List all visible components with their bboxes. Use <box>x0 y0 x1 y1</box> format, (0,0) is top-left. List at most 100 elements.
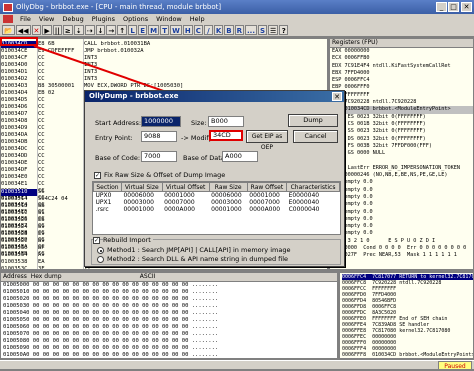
entry-point-field[interactable]: 9088 <box>141 131 177 142</box>
disasm-address[interactable]: 01003528 <box>1 231 37 238</box>
disasm-hex[interactable]: CC <box>38 104 83 111</box>
disasm-hex[interactable]: 504C24 04 <box>38 196 83 203</box>
stack-pane[interactable]: 0006FFC4 7C817077 RETURN to kernel32.7C8… <box>339 272 474 359</box>
register-line[interactable]: A 0 SS 0023 32bit 0(FFFFFFFF) <box>332 128 473 135</box>
registers-pane[interactable]: Registers (FPU) EAX 00000000 ECX 0006FFB0… <box>329 38 474 270</box>
menu-options[interactable]: Options <box>119 15 152 23</box>
register-line[interactable]: ESP 0006FFC4 <box>332 77 473 84</box>
method1-radio[interactable] <box>97 247 104 254</box>
rewind-icon[interactable]: ◀◀ <box>15 25 31 35</box>
dump-line[interactable]: 01005060 00 00 00 00 00 00 00 00 00 00 0… <box>3 324 337 331</box>
register-line[interactable]: EBX 7FFD4000 <box>332 70 473 77</box>
cpu-button[interactable]: C <box>193 25 203 35</box>
register-line[interactable]: O 0 LastErr ERROR_NO_IMPERSONATION_TOKEN <box>332 165 473 172</box>
disasm-hex[interactable]: CC <box>38 174 83 181</box>
breakpoints-button[interactable]: B <box>224 25 234 35</box>
disasm-address[interactable]: 010034D0 <box>1 62 37 69</box>
register-line[interactable]: T 0 GS 0000 NULL <box>332 150 473 157</box>
disasm-address[interactable]: 0100351C <box>1 210 37 217</box>
disasm-hex[interactable]: CC <box>38 139 83 146</box>
dump-line[interactable]: 01005050 00 00 00 00 00 00 00 00 00 00 0… <box>3 317 337 324</box>
trace-over-icon[interactable]: ↓ <box>95 25 106 35</box>
disasm-hex[interactable]: CC <box>38 146 83 153</box>
menu-file[interactable]: File <box>16 15 35 23</box>
disasm-hex[interactable]: B8 30500001 <box>38 83 83 90</box>
disasm-instruction[interactable]: MOV ECX,DWORD PTR DS:[1005030] <box>84 83 327 90</box>
disasm-hex[interactable]: 89 <box>38 224 83 231</box>
register-line[interactable]: EDX 7C91E4F4 ntdll.KiFastSystemCallRet <box>332 63 473 70</box>
disasm-address[interactable]: 010034D3 <box>1 83 37 90</box>
system-menu-icon[interactable] <box>3 15 13 23</box>
disasm-address[interactable]: 010034D1 <box>1 69 37 76</box>
register-line[interactable]: ST1 empty 0.0 <box>332 187 473 194</box>
modules-button[interactable]: E <box>138 25 148 35</box>
disasm-hex[interactable]: EA <box>38 259 83 266</box>
method2-radio[interactable] <box>97 256 104 263</box>
dialog-close-button[interactable]: ✕ <box>332 92 342 101</box>
disasm-instruction[interactable]: INT3 <box>84 55 327 62</box>
col-section[interactable]: Section <box>93 182 122 192</box>
cancel-button[interactable]: Cancel <box>293 130 338 143</box>
disasm-hex[interactable]: 81 <box>38 210 83 217</box>
disasm-hex[interactable]: CC <box>38 125 83 132</box>
disasm-hex[interactable]: 56 <box>38 189 83 196</box>
disasm-address[interactable]: 01003538 <box>1 259 37 266</box>
disasm-hex[interactable]: CC <box>38 62 83 69</box>
disasm-address[interactable]: 01003510 <box>1 189 37 196</box>
dump-button[interactable]: Dump <box>288 114 338 127</box>
menu-view[interactable]: View <box>35 15 58 23</box>
size-field[interactable]: B000 <box>208 116 244 127</box>
menu-window[interactable]: Window <box>152 15 186 23</box>
close-button[interactable]: ✕ <box>461 2 472 12</box>
register-line[interactable]: FST 0000 Cond 0 0 0 0 Err 0 0 0 0 0 0 0 … <box>332 245 473 252</box>
disasm-hex[interactable]: CC <box>38 132 83 139</box>
references-button[interactable]: R <box>234 25 245 35</box>
disasm-hex[interactable]: A9 <box>38 252 83 259</box>
col-raw-offset[interactable]: Raw Offset <box>246 182 288 192</box>
register-line[interactable]: D 0 <box>332 157 473 164</box>
start-address-field[interactable]: 1000000 <box>141 116 181 127</box>
disasm-hex[interactable]: CC <box>38 167 83 174</box>
dump-line[interactable]: 010050A0 00 00 00 00 00 00 00 00 00 00 0… <box>3 352 337 358</box>
register-line[interactable]: ST7 empty 0.0 <box>332 230 473 237</box>
handles-button[interactable]: H <box>182 25 193 35</box>
patches-button[interactable]: / <box>203 25 213 35</box>
disasm-address[interactable]: 01003524 <box>1 224 37 231</box>
help-icon[interactable]: ? <box>279 25 289 35</box>
disasm-hex[interactable]: CC <box>38 55 83 62</box>
dump-line[interactable]: 01005010 00 00 00 00 00 00 00 00 00 00 0… <box>3 289 337 296</box>
disasm-address[interactable]: 01003518 <box>1 203 37 210</box>
modify-field[interactable]: 34CD <box>209 130 243 141</box>
dump-line[interactable]: 01005080 00 00 00 00 00 00 00 00 00 00 0… <box>3 338 337 345</box>
disasm-hex[interactable]: EB 02 <box>38 90 83 97</box>
open-icon[interactable]: 📂 <box>2 25 15 35</box>
list-icon[interactable]: ☰ <box>268 25 279 35</box>
disasm-instruction[interactable]: INT3 <box>84 69 327 76</box>
register-line[interactable]: EIP 010034CD brbbot.<ModuleEntryPoint> <box>332 106 473 114</box>
register-line[interactable]: C 0 ES 0023 32bit 0(FFFFFFFF) <box>332 114 473 121</box>
run-trace-button[interactable]: ... <box>245 25 257 35</box>
step-over-icon[interactable]: ⇣ <box>73 25 84 35</box>
disasm-address[interactable]: 01003514 <box>1 196 37 203</box>
register-line[interactable]: ST4 empty 0.0 <box>332 209 473 216</box>
stack-line[interactable]: 0006FFF8 010034CD brbbot.<ModuleEntryPoi… <box>342 352 473 358</box>
disasm-hex[interactable]: E8 6B <box>38 41 83 48</box>
disasm-hex[interactable]: E9 <box>38 231 83 238</box>
disasm-address[interactable]: 010034D6 <box>1 104 37 111</box>
disasm-hex[interactable]: 3F <box>38 266 83 269</box>
table-row[interactable]: UPX1 00003000 00007000 00003000 00007000… <box>94 199 340 206</box>
dump-line[interactable]: 01005070 00 00 00 00 00 00 00 00 00 00 0… <box>3 331 337 338</box>
register-line[interactable]: S 0 FS 003B 32bit 7FFDF000(FFF) <box>332 143 473 150</box>
col-virtual-offset[interactable]: Virtual Offset <box>161 182 210 192</box>
disasm-address[interactable]: 010034D9 <box>1 125 37 132</box>
register-line[interactable]: ST0 empty 0.0 <box>332 179 473 186</box>
fix-raw-size-checkbox[interactable]: ✓ <box>94 172 101 179</box>
disasm-address[interactable]: 010034DC <box>1 146 37 153</box>
disasm-address[interactable]: 0100352C <box>1 238 37 245</box>
disasm-address[interactable]: 010034CE <box>1 48 37 55</box>
disasm-instruction[interactable]: JMP brbbot.010032A <box>84 48 327 55</box>
register-line[interactable]: ST3 empty 0.0 <box>332 201 473 208</box>
memory-button[interactable]: M <box>148 25 160 35</box>
base-of-data-field[interactable]: A000 <box>222 151 258 162</box>
disasm-address[interactable]: 010034DE <box>1 160 37 167</box>
